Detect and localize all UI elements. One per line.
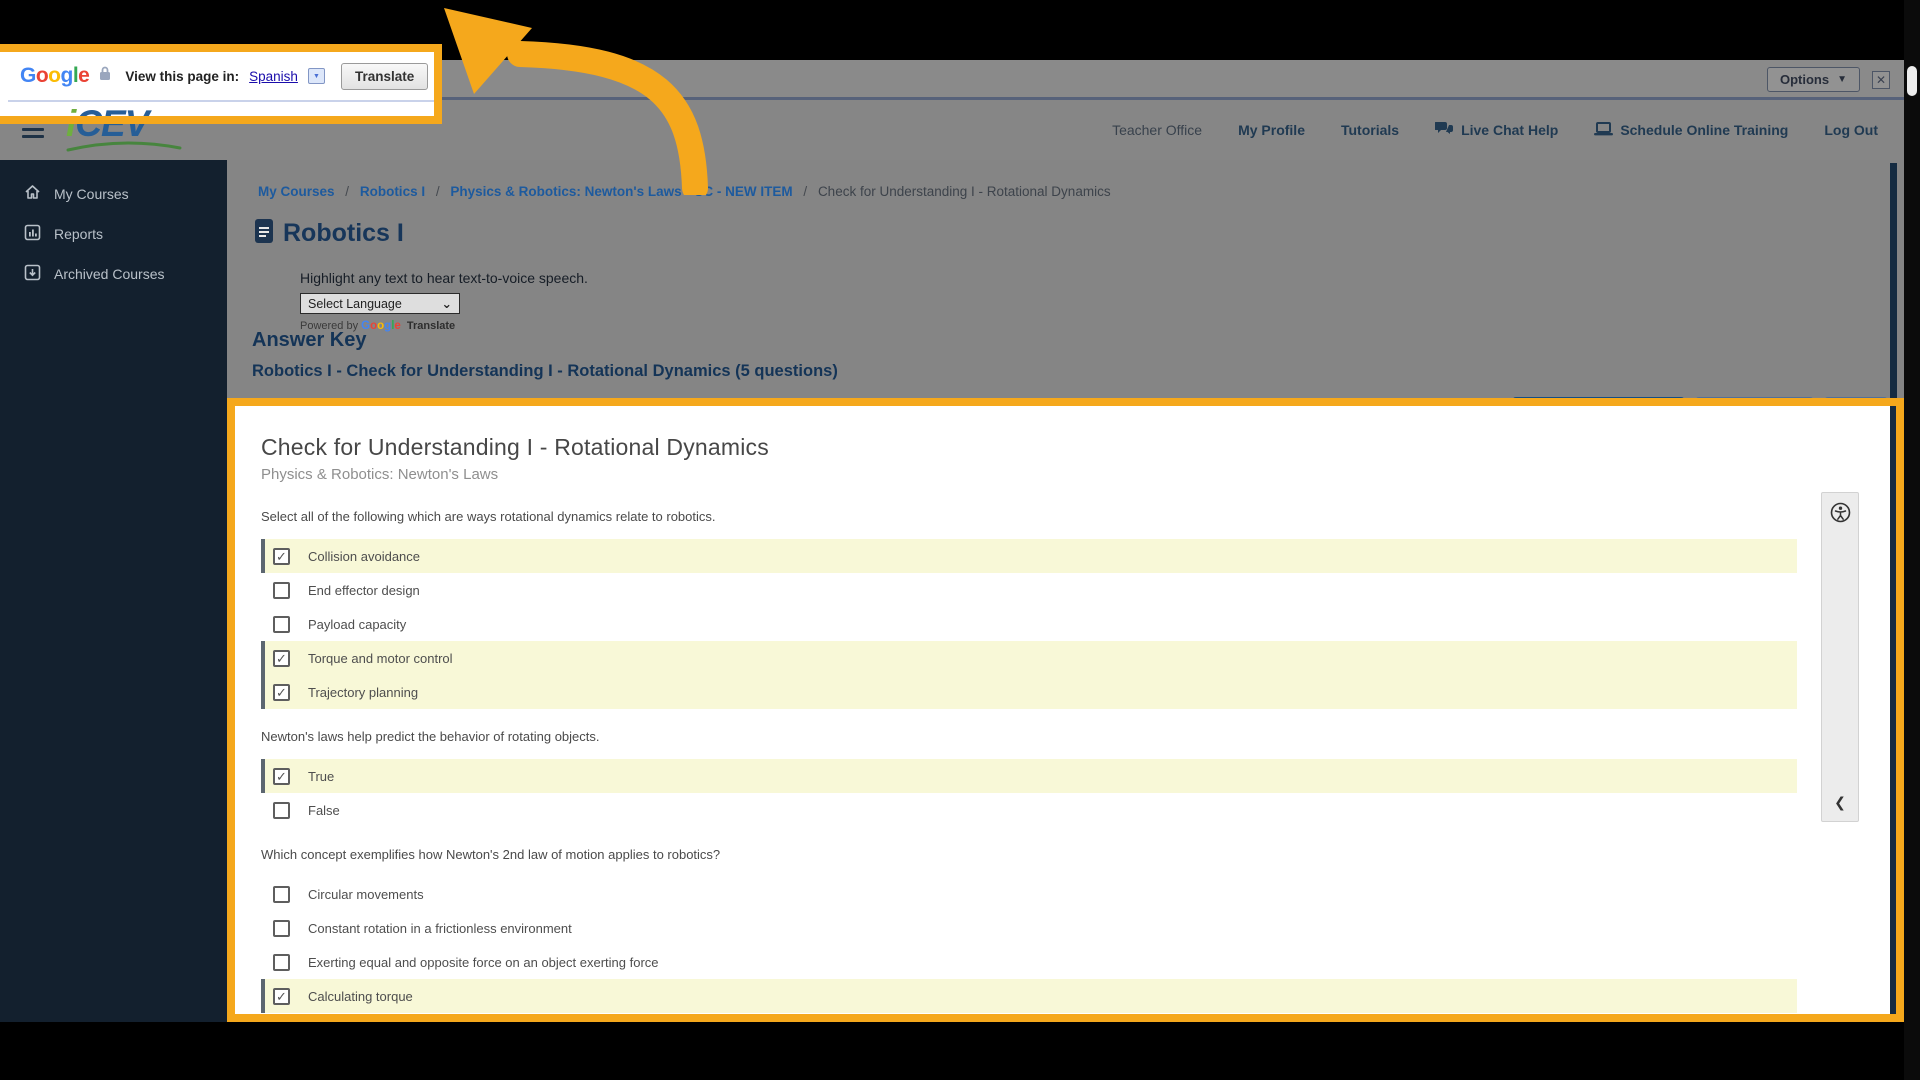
translate-options-button[interactable]: Options ▼: [1766, 67, 1860, 92]
close-icon: ✕: [1875, 72, 1887, 87]
translate-prompt: View this page in:: [125, 68, 240, 84]
nav-live-chat-help[interactable]: Live Chat Help: [1434, 121, 1558, 139]
breadcrumb-link-robotics[interactable]: Robotics I: [360, 184, 425, 199]
language-select[interactable]: Select Language ⌄: [300, 293, 460, 314]
document-icon: [254, 218, 274, 249]
breadcrumb-link-my-courses[interactable]: My Courses: [258, 184, 335, 199]
option-row: Constant rotation in a frictionless envi…: [261, 911, 1797, 945]
breadcrumb-separator: /: [803, 184, 808, 199]
quiz-subtitle: Physics & Robotics: Newton's Laws: [261, 466, 499, 483]
checkbox-checked[interactable]: ✓: [273, 987, 290, 1005]
checkbox-unchecked[interactable]: [273, 801, 290, 819]
collapse-panel-chevron[interactable]: ❮: [1822, 794, 1858, 811]
checkbox-checked[interactable]: ✓: [273, 683, 290, 701]
logo-i: i: [66, 103, 76, 144]
chat-icon: [1434, 121, 1454, 139]
page-title: Robotics I: [283, 219, 404, 247]
translate-button[interactable]: Translate: [340, 62, 429, 90]
inner-scrollbar[interactable]: [1890, 163, 1897, 1014]
bottom-black-bar: [0, 1022, 1920, 1080]
logo-cev: CEV: [75, 103, 149, 144]
options-label: Options: [1779, 72, 1830, 87]
archive-icon: [24, 264, 41, 284]
breadcrumb-separator: /: [345, 184, 350, 199]
question-options: ✓ True False: [261, 759, 1797, 827]
breadcrumb-link-lesson[interactable]: Physics & Robotics: Newton's Laws - CC -…: [450, 184, 792, 199]
translate-language-link[interactable]: Spanish: [249, 69, 298, 84]
question-text: Which concept exemplifies how Newton's 2…: [261, 847, 721, 862]
translate-close-button[interactable]: ✕: [1872, 70, 1890, 89]
nav-log-out[interactable]: Log Out: [1824, 122, 1878, 138]
option-row: False: [261, 793, 1797, 827]
accessibility-toolbar: ❮: [1821, 492, 1859, 822]
browser-scrollbar-track[interactable]: [1904, 0, 1920, 1080]
sidebar-item-reports[interactable]: Reports: [0, 214, 227, 254]
options-caret-icon: ▼: [1837, 74, 1847, 85]
checkbox-checked[interactable]: ✓: [273, 649, 290, 667]
question-text: Select all of the following which are wa…: [261, 509, 716, 524]
accessibility-icon[interactable]: [1830, 502, 1851, 528]
lock-icon: [99, 66, 111, 86]
option-row: Exerting equal and opposite force on an …: [261, 945, 1797, 979]
nav-schedule-online-training[interactable]: Schedule Online Training: [1594, 121, 1788, 139]
sidebar-item-my-courses[interactable]: My Courses: [0, 174, 227, 214]
answer-key-heading: Answer Key: [252, 329, 367, 351]
question-options: Circular movements Constant rotation in …: [261, 877, 1797, 1013]
language-dropdown-icon[interactable]: ▼: [307, 68, 325, 84]
tts-hint: Highlight any text to hear text-to-voice…: [300, 270, 588, 286]
laptop-icon: [1594, 121, 1614, 139]
google-logo: Google: [20, 64, 90, 87]
checkbox-checked[interactable]: ✓: [273, 767, 290, 785]
select-chevron-icon: ⌄: [441, 297, 452, 311]
option-row: ✓ Trajectory planning: [261, 675, 1797, 709]
quiz-answer-key-panel: Check for Understanding I - Rotational D…: [235, 406, 1896, 1014]
main-nav: Teacher Office My Profile Tutorials Live…: [1112, 100, 1878, 160]
checkbox-unchecked[interactable]: [273, 953, 290, 971]
assessment-heading: Robotics I - Check for Understanding I -…: [252, 362, 838, 380]
reports-icon: [24, 224, 41, 244]
screenshot-stage: Options ▼ ✕ Teacher Office My Profile Tu…: [0, 0, 1920, 1080]
checkbox-unchecked[interactable]: [273, 615, 290, 633]
option-row: ✓ Collision avoidance: [261, 539, 1797, 573]
icev-logo[interactable]: iCEV: [66, 103, 186, 160]
checkbox-unchecked[interactable]: [273, 919, 290, 937]
breadcrumb-current: Check for Understanding I - Rotational D…: [817, 184, 1111, 199]
option-row: ✓ Calculating torque: [261, 979, 1797, 1013]
option-row: Circular movements: [261, 877, 1797, 911]
sidebar-item-archived-courses[interactable]: Archived Courses: [0, 254, 227, 294]
option-row: ✓ True: [261, 759, 1797, 793]
checkbox-unchecked[interactable]: [273, 581, 290, 599]
question-text: Newton's laws help predict the behavior …: [261, 729, 600, 744]
option-row: End effector design: [261, 573, 1797, 607]
option-row: ✓ Torque and motor control: [261, 641, 1797, 675]
checkbox-unchecked[interactable]: [273, 885, 290, 903]
checkbox-checked[interactable]: ✓: [273, 547, 290, 565]
breadcrumb-separator: /: [435, 184, 440, 199]
nav-my-profile[interactable]: My Profile: [1238, 122, 1305, 138]
nav-tutorials[interactable]: Tutorials: [1341, 122, 1399, 138]
quiz-title: Check for Understanding I - Rotational D…: [261, 434, 769, 460]
browser-scrollbar-thumb[interactable]: [1907, 66, 1917, 96]
home-icon: [24, 184, 41, 204]
logo-swoosh: [66, 141, 182, 152]
nav-teacher-office[interactable]: Teacher Office: [1112, 122, 1202, 138]
sidebar: My Courses Reports Archived Courses: [0, 160, 227, 1022]
option-row: Payload capacity: [261, 607, 1797, 641]
breadcrumb: My Courses / Robotics I / Physics & Robo…: [258, 184, 1111, 199]
question-options: ✓ Collision avoidance End effector desig…: [261, 539, 1797, 709]
